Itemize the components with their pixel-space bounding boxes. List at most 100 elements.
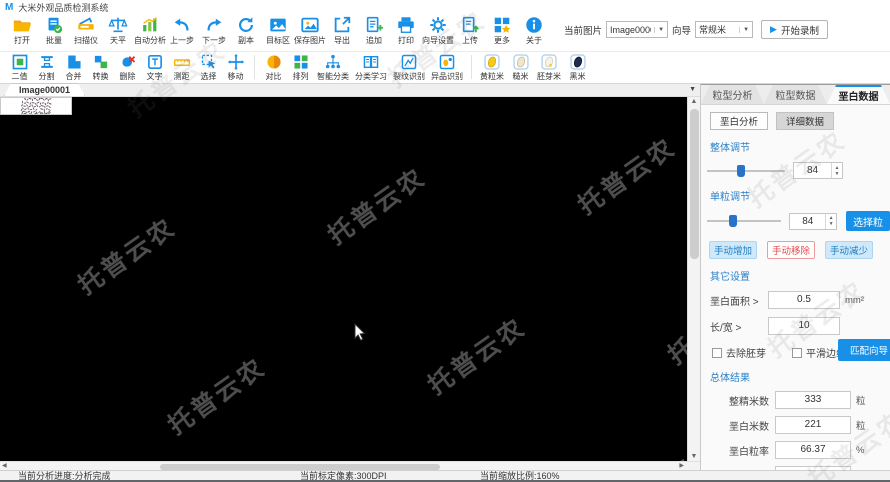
toolbar-button-label: 黄粒米 — [480, 72, 504, 81]
scroll-up-icon[interactable]: ▲ — [688, 98, 700, 105]
vertical-scrollbar[interactable]: ▲ ▼ — [687, 97, 700, 461]
rice-grain — [34, 113, 37, 115]
toolbar-button-yellow-rice[interactable]: 黄粒米 — [477, 53, 507, 81]
toolbar-button-append[interactable]: 追加 — [358, 15, 390, 45]
toolbar-button-classify-learning[interactable]: 分类学习 — [352, 53, 390, 81]
overall-adjust-row: 84 ▲▼ — [707, 162, 890, 179]
print-icon — [396, 15, 416, 35]
manual-button-2[interactable]: 手动减少 — [825, 241, 873, 259]
toolbar-button-auto-analyze[interactable]: 自动分析 — [134, 15, 166, 45]
spinner-arrows-icon[interactable]: ▲▼ — [825, 214, 836, 229]
toolbar-button-label: 追加 — [366, 36, 382, 45]
checkbox-box-icon[interactable] — [712, 348, 722, 358]
rice-grain — [33, 106, 36, 107]
toolbar-button-move[interactable]: 移动 — [222, 53, 249, 81]
image-canvas[interactable]: 托普云农托普云农托普云农托普云农托普云农托普云农托普云农托普云农托普云农 — [0, 97, 687, 461]
more-icon — [492, 15, 512, 35]
tab-list-caret-icon[interactable]: ▼ — [689, 86, 696, 93]
horizontal-scrollbar-thumb[interactable] — [160, 464, 440, 470]
manual-button-1[interactable]: 手动移除 — [767, 241, 815, 259]
toolbar-button-compare[interactable]: 对比 — [260, 53, 287, 81]
toolbar-button-about[interactable]: 关于 — [518, 15, 550, 45]
setting-row-1: 长/宽 >10 — [710, 317, 890, 335]
toolbar-button-batch[interactable]: 批量 — [38, 15, 70, 45]
slider-thumb[interactable] — [729, 215, 737, 227]
overall-adjust-slider[interactable] — [707, 164, 785, 178]
rice-grain-image — [0, 97, 72, 115]
chalk-analyze-button[interactable]: 垩白分析 — [710, 112, 768, 130]
analysis-panel: 粒型分析粒型数据垩白数据 垩白分析 详细数据 整体调节 84 ▲▼ 单粒调节 8… — [700, 84, 890, 470]
panel-tab-1[interactable]: 粒型数据 — [764, 85, 827, 104]
slider-thumb[interactable] — [737, 165, 745, 177]
panel-tab-0[interactable]: 粒型分析 — [701, 85, 764, 104]
rice-grain — [26, 104, 28, 106]
overall-adjust-spinbox[interactable]: 84 ▲▼ — [793, 162, 843, 179]
toolbar-button-merge[interactable]: 合并 — [60, 53, 87, 81]
toolbar-button-more[interactable]: 更多 — [486, 15, 518, 45]
toolbar-button-delete[interactable]: 删除 — [114, 53, 141, 81]
toolbar-button-convert[interactable]: 转换 — [87, 53, 114, 81]
vertical-scrollbar-thumb[interactable] — [690, 109, 699, 259]
single-adjust-slider[interactable] — [707, 214, 781, 228]
canvas-wrap: 托普云农托普云农托普云农托普云农托普云农托普云农托普云农托普云农托普云农 ▲ ▼ — [0, 97, 700, 461]
panel-tab-2[interactable]: 垩白数据 — [827, 85, 890, 104]
toolbar-button-duplicate[interactable]: 副本 — [230, 15, 262, 45]
rice-grain — [27, 107, 29, 110]
document-tab[interactable]: Image00001 — [4, 83, 85, 96]
checkbox-box-icon[interactable] — [792, 348, 802, 358]
toolbar-button-label: 转换 — [93, 72, 109, 81]
toolbar-button-next-step[interactable]: 下一步 — [198, 15, 230, 45]
current-image-select[interactable]: Image00001 ▼ — [606, 21, 668, 38]
checkbox-0[interactable]: 去除胚芽 — [712, 345, 766, 360]
toolbar-button-save-image[interactable]: 保存图片 — [294, 15, 326, 45]
toolbar-button-label: 下一步 — [202, 36, 226, 45]
toolbar-button-germ-rice[interactable]: 胚芽米 — [534, 53, 564, 81]
toolbar-button-measure[interactable]: 测距 — [168, 53, 195, 81]
horizontal-scrollbar[interactable]: ◀ ▶ — [0, 461, 700, 470]
spinner-arrows-icon[interactable]: ▲▼ — [831, 163, 842, 178]
toolbar-button-upload[interactable]: 上传 — [454, 15, 486, 45]
rice-grain — [28, 105, 31, 107]
toolbar-button-scanner[interactable]: 扫描仪 — [70, 15, 102, 45]
rice-grain — [36, 101, 39, 103]
toolbar-button-target-area[interactable]: 目标区 — [262, 15, 294, 45]
toolbar-button-black-rice[interactable]: 黑米 — [564, 53, 591, 81]
toolbar-button-balance[interactable]: 天平 — [102, 15, 134, 45]
checkbox-label: 去除胚芽 — [726, 345, 766, 360]
wizard-select[interactable]: 常规米 ▼ — [695, 21, 753, 38]
toolbar-button-prev-step[interactable]: 上一步 — [166, 15, 198, 45]
toolbar-button-foreign-recognition[interactable]: 异品识别 — [428, 53, 466, 81]
toolbar-button-arrange[interactable]: 排列 — [287, 53, 314, 81]
toolbar-button-open[interactable]: 打开 — [6, 15, 38, 45]
smart-classify-icon — [324, 53, 342, 71]
manual-button-0[interactable]: 手动增加 — [709, 241, 757, 259]
result-value: 333 — [775, 391, 851, 409]
toolbar-button-label: 更多 — [494, 36, 510, 45]
germ-rice-icon — [540, 53, 558, 71]
match-wizard-button[interactable]: 匹配向导 — [838, 339, 890, 361]
select-grain-button[interactable]: 选择粒 — [846, 211, 890, 231]
start-record-button[interactable]: ▶ 开始录制 — [761, 20, 828, 39]
result-value: 221 — [775, 416, 851, 434]
toolbar-button-smart-classify[interactable]: 智能分类 — [314, 53, 352, 81]
toolbar-button-crack-recognition[interactable]: 裂纹识别 — [390, 53, 428, 81]
toolbar-button-wizard-settings[interactable]: 向导设置 — [422, 15, 454, 45]
toolbar-button-label: 天平 — [110, 36, 126, 45]
toolbar-button-text[interactable]: 文字 — [141, 53, 168, 81]
toolbar-button-print[interactable]: 打印 — [390, 15, 422, 45]
setting-input[interactable]: 0.5 — [768, 291, 840, 309]
toolbar-button-select[interactable]: 选择 — [195, 53, 222, 81]
scroll-down-icon[interactable]: ▼ — [688, 453, 700, 460]
setting-input[interactable]: 10 — [768, 317, 840, 335]
toolbar-button-label: 黑米 — [570, 72, 586, 81]
rice-grain — [31, 104, 33, 107]
toolbar-button-export[interactable]: 导出 — [326, 15, 358, 45]
toolbar-button-binary[interactable]: 二值 — [6, 53, 33, 81]
toolbar-button-split[interactable]: 分割 — [33, 53, 60, 81]
toolbar-button-brown-rice[interactable]: 糙米 — [507, 53, 534, 81]
rice-grain — [46, 108, 48, 110]
rice-grain — [49, 103, 52, 105]
detail-data-button[interactable]: 详细数据 — [776, 112, 834, 130]
watermark-text: 托普云农 — [570, 128, 682, 222]
single-adjust-spinbox[interactable]: 84 ▲▼ — [789, 213, 837, 230]
